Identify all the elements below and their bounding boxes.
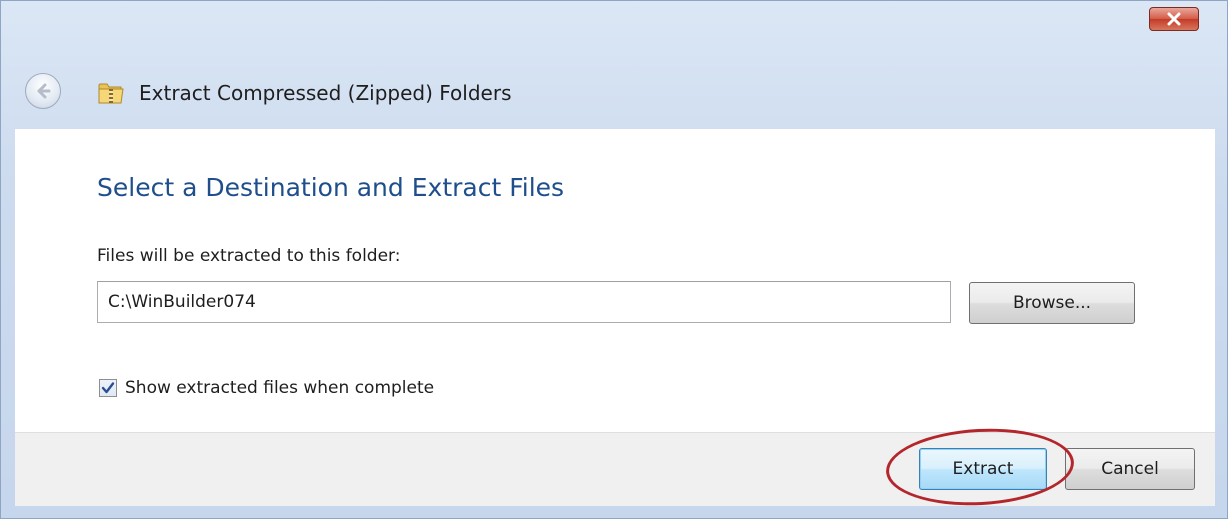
browse-button[interactable]: Browse...: [969, 282, 1135, 324]
cancel-button[interactable]: Cancel: [1065, 448, 1195, 490]
checkmark-icon: [101, 382, 115, 394]
page-heading: Select a Destination and Extract Files: [97, 173, 565, 202]
browse-button-label: Browse...: [1012, 293, 1092, 313]
zip-folder-icon: [98, 83, 124, 104]
back-button[interactable]: [25, 73, 61, 109]
window-title: Extract Compressed (Zipped) Folders: [139, 81, 512, 105]
extract-button-label: Extract: [952, 459, 1014, 479]
close-icon: [1167, 12, 1181, 26]
extract-dialog-window: Extract Compressed (Zipped) Folders Sele…: [0, 0, 1228, 519]
close-button[interactable]: [1149, 7, 1199, 31]
show-files-label[interactable]: Show extracted files when complete: [125, 375, 434, 401]
cancel-button-label: Cancel: [1101, 459, 1159, 479]
extract-button[interactable]: Extract: [919, 448, 1047, 490]
back-arrow-icon: [37, 83, 51, 99]
destination-label: Files will be extracted to this folder:: [97, 246, 401, 266]
show-files-checkbox[interactable]: [99, 379, 117, 397]
destination-path-input[interactable]: [97, 281, 951, 323]
